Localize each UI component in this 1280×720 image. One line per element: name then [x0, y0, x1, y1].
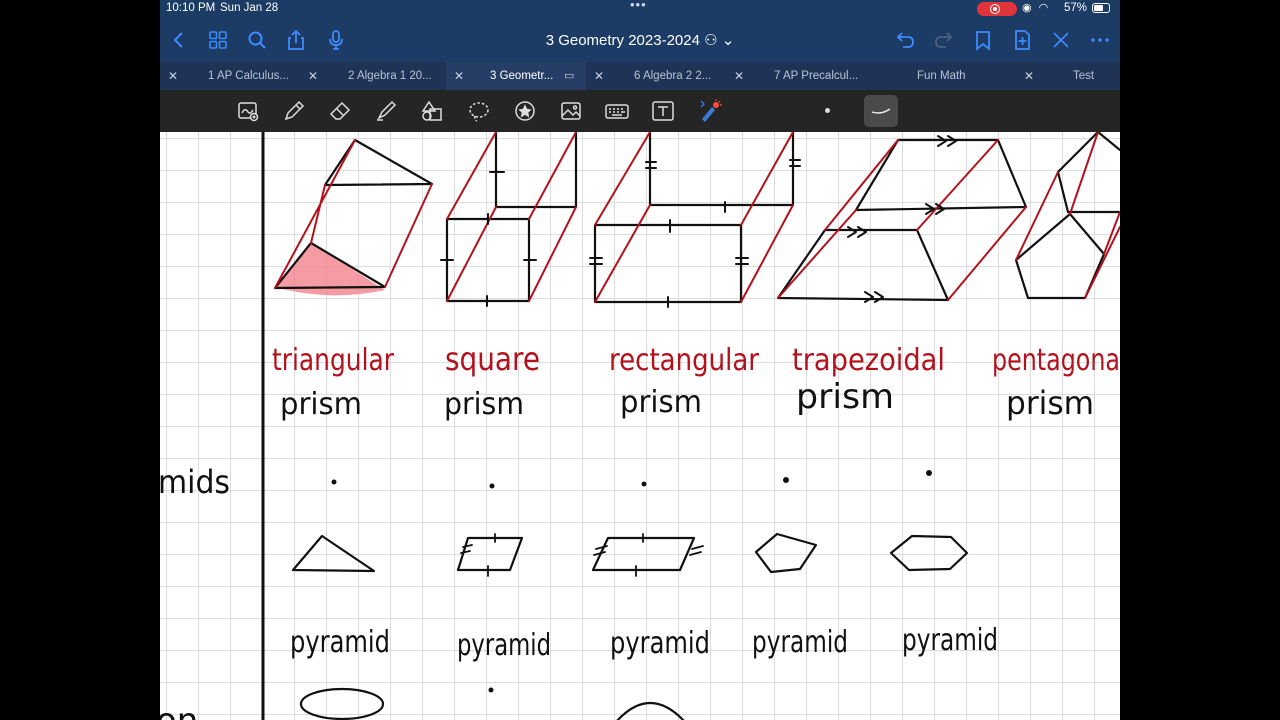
- multitasking-dots-icon[interactable]: •••: [630, 0, 647, 12]
- label-pentagona: pentagona: [992, 343, 1120, 378]
- add-page-icon[interactable]: [1011, 29, 1033, 51]
- label-pyramid: pyramid: [902, 623, 998, 658]
- handwritten-notes: triangular square rectangular trapezoida…: [160, 132, 1120, 720]
- tab-close-icon[interactable]: ✕: [1022, 62, 1036, 90]
- label-prism: prism: [280, 387, 362, 422]
- tab-geometry[interactable]: ✕ 3 Geometr... ▭: [446, 62, 586, 90]
- pentagonal-prism-drawing: [1014, 132, 1120, 300]
- thumbnails-icon[interactable]: [207, 29, 229, 51]
- labels: triangular square rectangular trapezoida…: [160, 340, 1120, 720]
- tab-close-icon[interactable]: ✕: [592, 62, 606, 90]
- bottom-partial-shapes: [299, 687, 685, 720]
- tab-close-icon[interactable]: ✕: [166, 62, 180, 90]
- label-prism: prism: [620, 385, 702, 420]
- tab-label: Fun Math: [917, 70, 966, 82]
- microphone-icon[interactable]: [325, 29, 347, 51]
- keyboard-icon[interactable]: [604, 98, 630, 124]
- triangular-prism-drawing: [273, 138, 434, 296]
- navigation-bar: 10:10 PM Sun Jan 28 ••• ◉ ◠ 57% 3 Geomet…: [160, 0, 1120, 62]
- square-prism-drawing: [440, 132, 578, 307]
- collaborate-icon[interactable]: ⚇ ⌄: [700, 32, 734, 49]
- bookmark-icon[interactable]: [972, 29, 994, 51]
- label-trapezoidal: trapezoidal: [792, 343, 945, 378]
- tab-ap-calculus[interactable]: ✕ 1 AP Calculus...: [166, 62, 306, 90]
- ipad-screen: 10:10 PM Sun Jan 28 ••• ◉ ◠ 57% 3 Geomet…: [160, 0, 1120, 720]
- tab-fun-math[interactable]: ✕ Fun Math: [872, 62, 1034, 90]
- shapes-icon[interactable]: [419, 98, 445, 124]
- tab-label: Test: [1073, 70, 1095, 82]
- image-icon[interactable]: [558, 98, 584, 124]
- document-tabs: ✕ 1 AP Calculus... ✕ 2 Algebra 1 20... ✕…: [160, 62, 1120, 90]
- trapezoidal-prism-drawing: [776, 135, 1028, 303]
- tab-label: 2 Algebra 1 20...: [348, 70, 432, 82]
- more-icon[interactable]: [1089, 29, 1111, 51]
- battery-percentage: 57%: [1064, 2, 1088, 14]
- label-prism: prism: [1006, 384, 1094, 422]
- share-icon[interactable]: [285, 29, 307, 51]
- rectangular-prism-drawing: [589, 132, 801, 308]
- tab-algebra-1[interactable]: ✕ 2 Algebra 1 20...: [306, 62, 446, 90]
- label-rectangular: rectangular: [609, 343, 760, 378]
- label-pyramids-partial: mids: [160, 463, 230, 501]
- status-time: 10:10 PM: [166, 2, 216, 14]
- label-prism: prism: [796, 377, 894, 417]
- tab-label: 1 AP Calculus...: [208, 70, 289, 82]
- laser-pointer-icon[interactable]: [696, 98, 722, 124]
- eraser-icon[interactable]: [327, 98, 353, 124]
- label-pyramid: pyramid: [610, 626, 710, 661]
- close-icon[interactable]: [1050, 29, 1072, 51]
- stroke-style-button[interactable]: [864, 95, 898, 127]
- tab-label: 7 AP Precalcul...: [774, 70, 859, 82]
- pen-icon[interactable]: [281, 98, 307, 124]
- tab-test[interactable]: Test: [1040, 62, 1120, 90]
- lasso-icon[interactable]: [466, 98, 492, 124]
- label-pyramid: pyramid: [457, 628, 551, 663]
- redo-icon[interactable]: [933, 29, 955, 51]
- pen-size-dot-icon[interactable]: [825, 108, 830, 113]
- battery-icon: [1092, 3, 1110, 13]
- note-canvas[interactable]: triangular square rectangular trapezoida…: [160, 132, 1120, 720]
- back-icon[interactable]: [168, 29, 190, 51]
- tab-ap-precalculus[interactable]: ✕ 7 AP Precalcul...: [732, 62, 872, 90]
- tab-close-icon[interactable]: ✕: [452, 62, 466, 90]
- lasso-read-icon[interactable]: [235, 98, 261, 124]
- label-pyramid: pyramid: [290, 625, 390, 660]
- label-pyramid: pyramid: [752, 625, 848, 660]
- split-view-icon[interactable]: ▭: [564, 62, 574, 90]
- status-date: Sun Jan 28: [220, 2, 279, 14]
- label-square: square: [445, 340, 540, 378]
- wifi-icon: ◉ ◠: [1022, 2, 1051, 14]
- tab-label: 3 Geometr...: [490, 70, 554, 82]
- tab-algebra-2[interactable]: ✕ 6 Algebra 2 2...: [592, 62, 732, 90]
- search-icon[interactable]: [246, 29, 268, 51]
- drawing-toolbar: [160, 90, 1120, 132]
- screen-recording-icon[interactable]: [977, 2, 1017, 16]
- tab-close-icon[interactable]: ✕: [306, 62, 320, 90]
- label-bottom-partial: on: [160, 701, 198, 720]
- sticker-icon[interactable]: [512, 98, 538, 124]
- label-prism: prism: [444, 387, 524, 422]
- tab-label: 6 Algebra 2 2...: [634, 70, 712, 82]
- pyramid-bases: [291, 532, 969, 577]
- undo-icon[interactable]: [894, 29, 916, 51]
- text-icon[interactable]: [650, 98, 676, 124]
- highlighter-icon[interactable]: [373, 98, 399, 124]
- document-title[interactable]: 3 Geometry 2023-2024: [546, 32, 700, 49]
- label-triangular: triangular: [272, 343, 395, 378]
- tab-close-icon[interactable]: ✕: [732, 62, 746, 90]
